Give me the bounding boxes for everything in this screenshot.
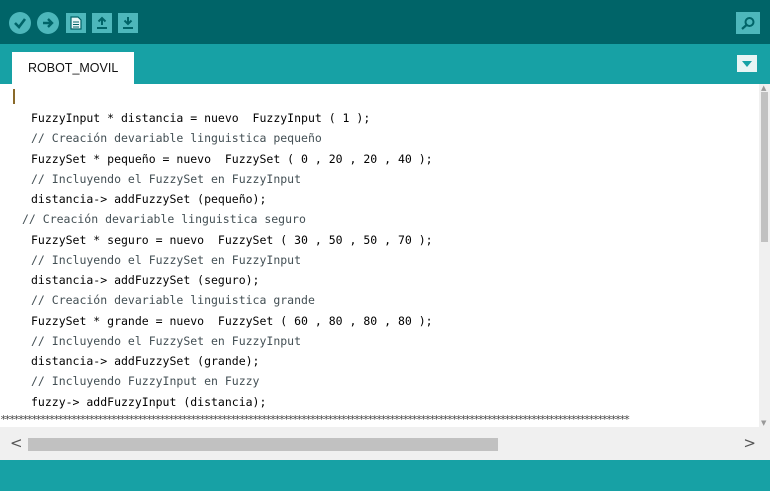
separator-line: ****************************************…: [0, 413, 630, 426]
horizontal-scrollbar[interactable]: < >: [0, 427, 770, 460]
tab-menu-button[interactable]: [737, 55, 757, 72]
arrow-up-icon: [97, 16, 107, 29]
code-comment: // Creación devariable linguistica segur…: [22, 212, 306, 227]
tab-bar: ROBOT_MOVIL: [0, 44, 770, 84]
code-line: FuzzySet * grande = nuevo FuzzySet ( 60 …: [31, 313, 433, 328]
text-cursor: [13, 89, 15, 104]
code-comment: // Incluyendo el FuzzySet en FuzzyInput: [31, 333, 302, 348]
arrow-right-icon: [43, 18, 54, 28]
arrow-down-icon: [123, 17, 133, 29]
code-line: distancia-> addFuzzySet (pequeño);: [31, 192, 267, 206]
scroll-left-icon[interactable]: <: [10, 434, 23, 452]
code-comment: // Incluyendo FuzzyInput en Fuzzy: [31, 374, 260, 389]
serial-monitor-button[interactable]: [736, 12, 760, 34]
scroll-right-icon[interactable]: >: [743, 434, 756, 452]
code-line: FuzzyInput * distancia = nuevo FuzzyInpu…: [31, 111, 371, 125]
tab-robot-movil[interactable]: ROBOT_MOVIL: [12, 52, 135, 84]
new-button[interactable]: [66, 13, 86, 33]
code-comment: // Creación devariable linguistica peque…: [31, 131, 322, 146]
toolbar: [0, 0, 770, 44]
triangle-down-icon: [742, 60, 752, 67]
horizontal-scroll-thumb[interactable]: [28, 438, 498, 451]
code-line: distancia-> addFuzzySet (seguro);: [31, 273, 260, 287]
vertical-scroll-thumb[interactable]: [761, 92, 768, 242]
upload-button[interactable]: [37, 12, 59, 34]
code-line: distancia-> addFuzzySet (grande);: [31, 354, 260, 368]
code-comment: // Creación devariable linguistica grand…: [31, 293, 315, 308]
code-line: FuzzySet * pequeño = nuevo FuzzySet ( 0 …: [31, 151, 433, 166]
code-line: FuzzySet * seguro = nuevo FuzzySet ( 30 …: [31, 232, 433, 247]
code-lines: FuzzyInput * distancia = nuevo FuzzyInpu…: [0, 108, 433, 412]
code-editor[interactable]: FuzzyInput * distancia = nuevo FuzzyInpu…: [0, 84, 770, 427]
save-button[interactable]: [118, 13, 138, 33]
scroll-down-icon[interactable]: ▼: [761, 419, 766, 427]
verify-button[interactable]: [9, 12, 31, 34]
scroll-up-icon[interactable]: ▲: [761, 84, 766, 92]
open-button[interactable]: [92, 13, 112, 33]
code-comment: // Incluyendo el FuzzySet en FuzzyInput: [31, 252, 302, 267]
vertical-scrollbar[interactable]: ▲ ▼: [759, 84, 770, 427]
tab-label: ROBOT_MOVIL: [28, 61, 119, 75]
code-line: fuzzy-> addFuzzyInput (distancia);: [31, 394, 267, 409]
status-bar: [0, 460, 770, 491]
code-comment: // Incluyendo el FuzzySet en FuzzyInput: [31, 171, 302, 186]
checkmark-icon: [14, 18, 27, 29]
document-icon: [70, 16, 82, 30]
magnifier-icon: [741, 17, 755, 30]
